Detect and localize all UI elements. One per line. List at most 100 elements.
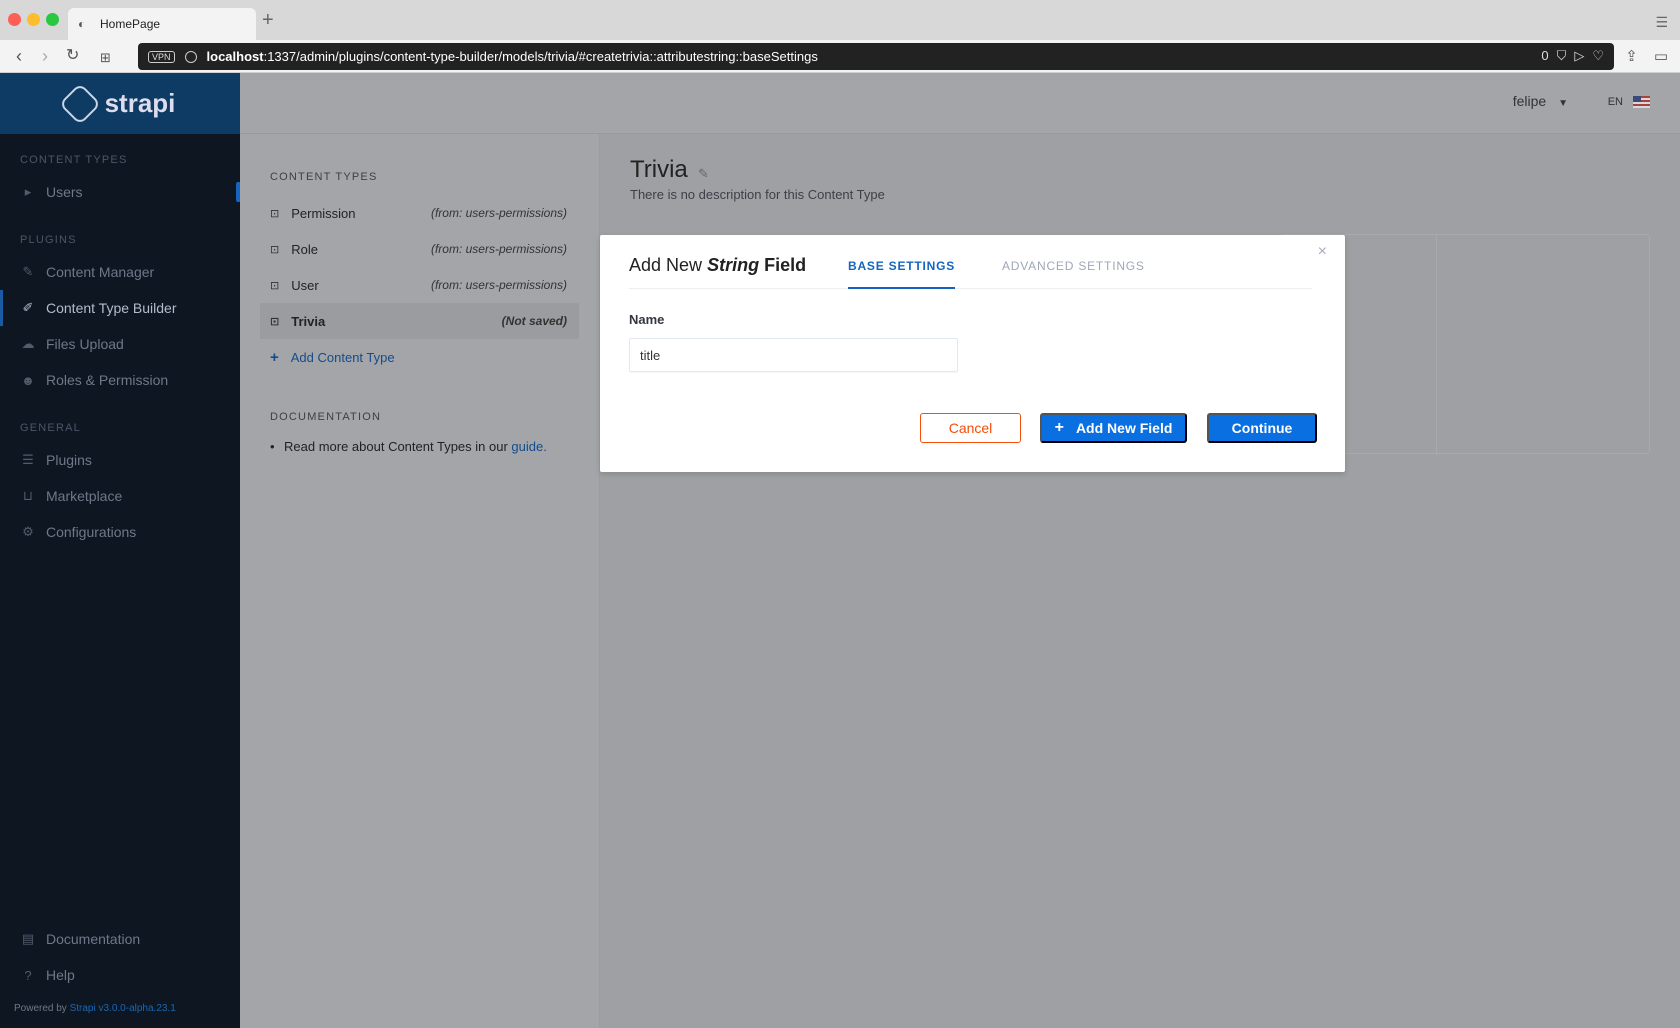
browser-tabbar: ◐ HomePage + ☰ bbox=[0, 0, 1680, 40]
minimize-window-button[interactable] bbox=[27, 13, 40, 26]
content-type-item[interactable]: ⊡ User (from: users-permissions) bbox=[260, 267, 579, 303]
strapi-version-link[interactable]: Strapi v3.0.0-alpha.23.1 bbox=[70, 1003, 176, 1014]
sidebar-footer: ▤ Documentation ? Help Powered by Strapi… bbox=[0, 921, 240, 1014]
add-field-modal: BASE SETTINGS ADVANCED SETTINGS Add New … bbox=[600, 235, 1345, 472]
sidebar-item-label: Documentation bbox=[46, 931, 141, 947]
sidebar-section-general: GENERAL bbox=[20, 422, 81, 434]
tab-base-settings[interactable]: BASE SETTINGS bbox=[848, 259, 956, 289]
send-icon[interactable]: ▷ bbox=[1574, 48, 1584, 64]
sidebar-item-label: Content Manager bbox=[46, 264, 155, 280]
caret-down-icon: ▼ bbox=[1558, 98, 1568, 109]
users-icon: ☻ bbox=[21, 372, 35, 388]
caret-right-icon: ▸ bbox=[24, 184, 32, 199]
page-title: Trivia bbox=[630, 156, 688, 183]
content-type-item[interactable]: ⊡ Role (from: users-permissions) bbox=[260, 231, 579, 267]
url-field[interactable]: VPN localhost:1337/admin/plugins/content… bbox=[138, 43, 1614, 70]
brand-name: strapi bbox=[104, 88, 176, 118]
forward-icon[interactable]: › bbox=[42, 46, 48, 66]
share-icon[interactable]: ⇪ bbox=[1625, 47, 1638, 65]
content-types-panel: CONTENT TYPES ⊡ Permission (from: users-… bbox=[240, 134, 600, 1028]
battery-icon: ▭ bbox=[1653, 48, 1668, 65]
tab-menu-icon[interactable]: ☰ bbox=[1655, 14, 1668, 31]
language-code: EN bbox=[1607, 96, 1623, 108]
back-icon[interactable]: ‹ bbox=[16, 46, 22, 66]
speed-dial-icon[interactable]: ⊞ bbox=[100, 48, 111, 68]
sidebar-item-help[interactable]: ? Help bbox=[0, 957, 240, 993]
close-window-button[interactable] bbox=[8, 13, 21, 26]
powered-by: Powered by Strapi v3.0.0-alpha.23.1 bbox=[14, 1003, 176, 1014]
sidebar-item-configurations[interactable]: ⚙ Configurations bbox=[0, 514, 240, 550]
basket-icon: ⊔ bbox=[22, 488, 34, 503]
sidebar-item-content-manager[interactable]: ✎ Content Manager bbox=[0, 254, 240, 290]
list-icon: ☰ bbox=[22, 452, 34, 467]
close-icon[interactable]: × bbox=[1318, 243, 1327, 261]
sidebar-item-plugins[interactable]: ☰ Plugins bbox=[0, 442, 240, 478]
browser-tab[interactable]: ◐ HomePage bbox=[68, 8, 256, 40]
gear-icon: ⚙ bbox=[22, 524, 34, 539]
book-icon: ▤ bbox=[21, 931, 35, 946]
guide-link[interactable]: guide. bbox=[511, 439, 546, 454]
heart-icon[interactable]: ♡ bbox=[1592, 48, 1604, 64]
plus-icon: + bbox=[1054, 419, 1064, 436]
pencil-icon: ✎ bbox=[22, 264, 34, 279]
sidebar-item-users[interactable]: ▸ Users bbox=[0, 174, 240, 210]
sidebar-item-label: Roles & Permission bbox=[46, 372, 169, 388]
vpn-badge[interactable]: VPN bbox=[148, 50, 175, 63]
url-text: localhost:1337/admin/plugins/content-typ… bbox=[206, 49, 818, 64]
reload-icon[interactable]: ↻ bbox=[66, 46, 79, 66]
url-actions: 0 ⛉ ▷ ♡ bbox=[1541, 48, 1604, 64]
name-input[interactable] bbox=[629, 338, 958, 372]
language-selector[interactable]: EN bbox=[1608, 96, 1650, 108]
sidebar-item-label: Users bbox=[46, 184, 83, 200]
documentation-text: Read more about Content Types in our gui… bbox=[270, 439, 599, 454]
incognito-icon: ◐ bbox=[78, 17, 86, 31]
name-label: Name bbox=[629, 312, 665, 327]
top-header: felipe ▼ EN bbox=[240, 73, 1680, 134]
globe-icon bbox=[184, 50, 197, 63]
question-icon: ? bbox=[24, 967, 32, 983]
add-content-type-link[interactable]: + Add Content Type bbox=[260, 339, 579, 375]
tab-advanced-settings[interactable]: ADVANCED SETTINGS bbox=[1002, 259, 1145, 289]
us-flag-icon bbox=[1633, 96, 1650, 108]
sidebar-item-content-type-builder[interactable]: ✐ Content Type Builder bbox=[0, 290, 240, 326]
user-menu[interactable]: felipe ▼ bbox=[1513, 93, 1568, 109]
maximize-window-button[interactable] bbox=[46, 13, 59, 26]
blocked-count: 0 bbox=[1541, 48, 1549, 63]
sidebar-item-label: Plugins bbox=[46, 452, 92, 468]
sidebar-item-documentation[interactable]: ▤ Documentation bbox=[0, 921, 240, 957]
sidebar-item-label: Content Type Builder bbox=[46, 300, 177, 316]
add-new-field-button[interactable]: + Add New Field bbox=[1040, 413, 1187, 443]
strapi-logo-icon bbox=[58, 82, 101, 125]
cancel-button[interactable]: Cancel bbox=[920, 413, 1021, 443]
square-icon: ⊡ bbox=[270, 315, 280, 328]
sidebar-item-label: Marketplace bbox=[46, 488, 123, 504]
square-icon: ⊡ bbox=[270, 279, 280, 292]
paint-brush-icon: ✐ bbox=[22, 300, 34, 315]
strapi-app: strapi CONTENT TYPES ▸ Users PLUGINS ✎ C… bbox=[0, 73, 1680, 1028]
content-type-item[interactable]: ⊡ Permission (from: users-permissions) bbox=[260, 195, 579, 231]
content-type-item-selected[interactable]: ⊡ Trivia (Not saved) bbox=[260, 303, 579, 339]
continue-button[interactable]: Continue bbox=[1207, 413, 1317, 443]
tab-title: HomePage bbox=[100, 17, 161, 31]
sidebar-item-label: Help bbox=[46, 967, 75, 983]
sidebar-item-files-upload[interactable]: ☁ Files Upload bbox=[0, 326, 240, 362]
square-icon: ⊡ bbox=[270, 243, 280, 256]
page-description: There is no description for this Content… bbox=[630, 187, 885, 202]
sidebar-item-roles-permission[interactable]: ☻ Roles & Permission bbox=[0, 362, 240, 398]
modal-title: Add New String Field bbox=[629, 255, 807, 275]
plus-icon: + bbox=[270, 348, 279, 366]
shield-icon[interactable]: ⛉ bbox=[1557, 48, 1567, 64]
address-bar: ‹ › ↻ ⊞ VPN localhost:1337/admin/plugins… bbox=[0, 40, 1680, 73]
square-icon: ⊡ bbox=[270, 207, 280, 220]
sidebar-section-plugins: PLUGINS bbox=[20, 234, 77, 246]
new-tab-button[interactable]: + bbox=[262, 10, 274, 30]
username: felipe bbox=[1512, 93, 1547, 109]
strapi-logo[interactable]: strapi bbox=[0, 73, 240, 134]
cloud-upload-icon: ☁ bbox=[21, 336, 35, 351]
sidebar-item-label: Configurations bbox=[46, 524, 137, 540]
sidebar-section-content-types: CONTENT TYPES bbox=[20, 154, 128, 166]
toolbar-right: ⇪ ▭ bbox=[1625, 47, 1668, 65]
sidebar-item-marketplace[interactable]: ⊔ Marketplace bbox=[0, 478, 240, 514]
edit-pencil-icon[interactable]: ✎ bbox=[698, 166, 709, 182]
left-sidebar: strapi CONTENT TYPES ▸ Users PLUGINS ✎ C… bbox=[0, 73, 240, 1028]
